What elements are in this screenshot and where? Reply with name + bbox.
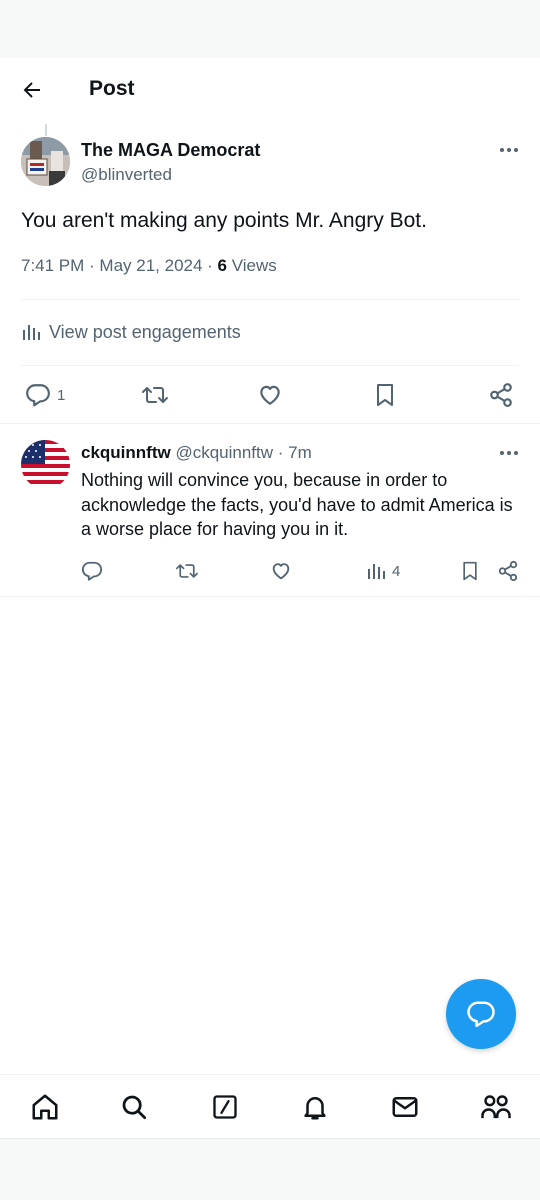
analytics-icon [366,561,386,581]
search-icon[interactable] [117,1090,151,1124]
status-bar-area [0,0,540,58]
divider [21,299,519,300]
reply-repost-button[interactable] [175,556,199,586]
reply-author-handle[interactable]: @ckquinnftw [175,443,273,462]
reply-time: 7m [288,443,312,462]
reply-bubble-icon [466,999,496,1029]
reply-time-separator: · [273,443,289,462]
repost-button[interactable] [141,380,169,410]
page-title: Post [89,77,135,100]
share-button[interactable] [488,380,514,410]
post-meta: 7:41 PM · May 21, 2024 · 6 Views [21,256,277,276]
engagements-label: View post engagements [49,321,241,342]
top-app-bar: Post [0,58,540,120]
heart-icon [257,382,283,408]
communities-icon[interactable] [479,1090,513,1124]
bookmark-icon [460,560,480,582]
grok-icon[interactable] [208,1090,242,1124]
bookmark-button[interactable] [373,380,397,410]
reply-header: ckquinnftw @ckquinnftw · 7m [81,443,312,463]
post-text: You aren't making any points Mr. Angry B… [21,209,427,232]
notifications-icon[interactable] [298,1090,332,1124]
meta-separator-1: · [84,256,100,275]
post-action-bar: 1 [0,380,540,412]
reply-views-button[interactable]: 4 [366,556,400,586]
bottom-navigation [0,1074,540,1138]
reply-author-avatar[interactable] [21,440,70,489]
bookmark-icon [373,382,397,408]
back-arrow-icon[interactable] [18,76,46,104]
reply-like-button[interactable] [270,556,292,586]
author-avatar[interactable] [21,137,70,186]
reply-action-bar: 4 [0,556,540,584]
divider [21,365,519,366]
author-handle[interactable]: @blinverted [81,165,172,185]
reply-count: 1 [57,386,66,404]
post-time: 7:41 PM [21,256,85,275]
messages-icon[interactable] [388,1090,422,1124]
views-label: Views [227,256,277,275]
reply-author-name[interactable]: ckquinnftw [81,443,171,462]
more-options-icon[interactable] [496,140,522,160]
meta-separator-2: · [202,256,218,275]
view-engagements-link[interactable]: View post engagements [21,320,241,344]
reply-bookmark-button[interactable] [460,556,480,586]
repost-icon [141,382,169,408]
reply-views-count: 4 [392,562,401,580]
thread-connector-line [45,124,47,136]
post-date: May 21, 2024 [99,256,203,275]
divider [0,423,540,424]
reply-button[interactable]: 1 [25,380,65,410]
share-icon [497,560,519,582]
repost-icon [175,560,199,582]
author-name[interactable]: The MAGA Democrat [81,140,260,161]
reply-text: Nothing will convince you, because in or… [81,470,513,539]
views-count: 6 [217,256,228,275]
reply-share-button[interactable] [497,556,519,586]
like-button[interactable] [257,380,283,410]
home-icon[interactable] [28,1090,62,1124]
reply-icon [81,560,103,582]
reply-icon [25,382,51,408]
compose-reply-fab[interactable] [446,979,516,1049]
reply-reply-button[interactable] [81,556,103,586]
reply-more-options-icon[interactable] [496,443,522,463]
analytics-icon [21,322,49,342]
heart-icon [270,560,292,582]
share-icon [488,382,514,408]
system-navigation-area [0,1138,540,1200]
divider [0,596,540,597]
